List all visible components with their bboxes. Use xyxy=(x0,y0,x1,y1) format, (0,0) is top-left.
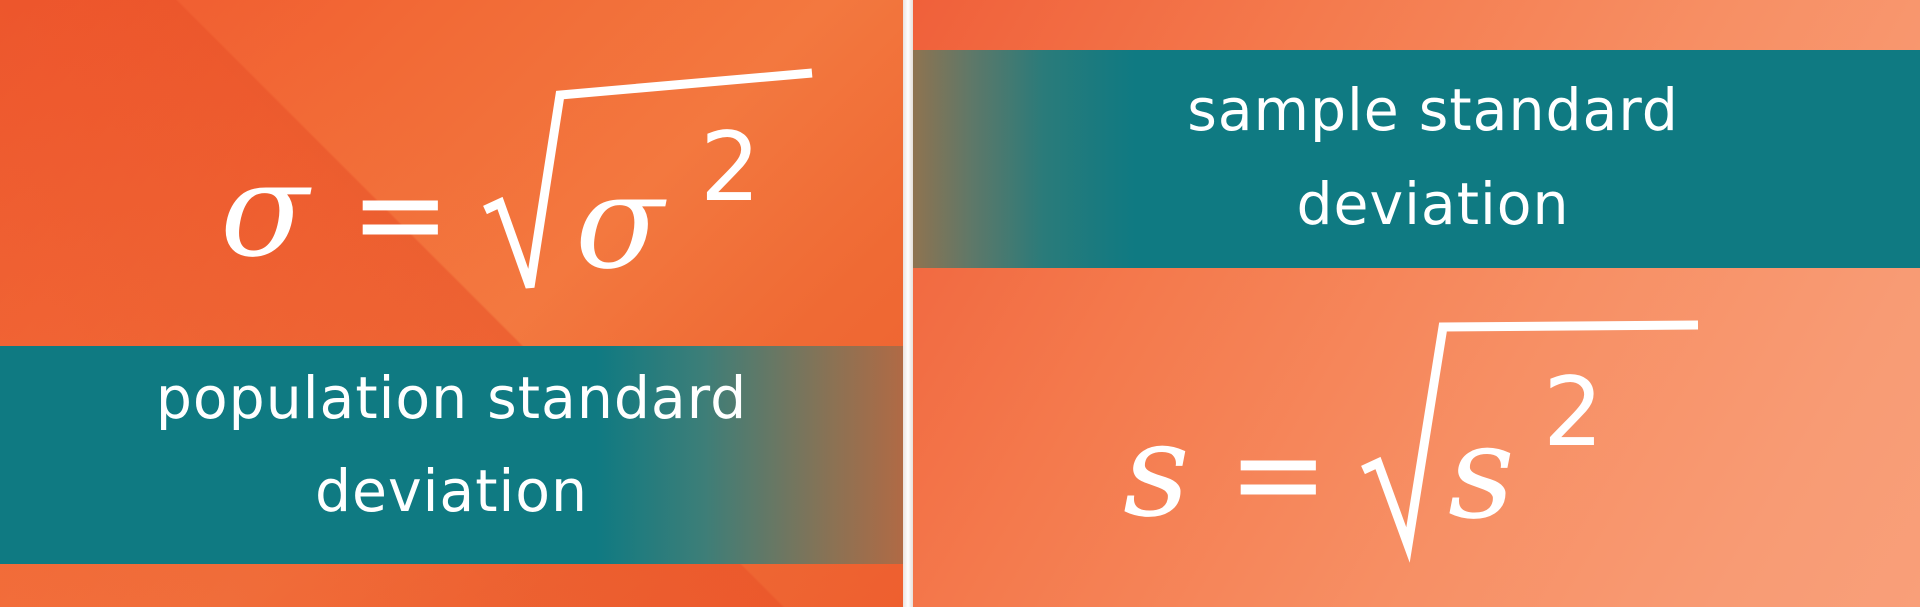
s-radicand: s xyxy=(1448,396,1515,548)
panel-divider xyxy=(903,0,913,607)
sigma-symbol: σ xyxy=(220,134,312,286)
population-label-line2: deviation xyxy=(314,457,589,525)
exponent: 2 xyxy=(700,113,760,223)
sample-panel: sample standard deviation s = s 2 xyxy=(913,0,1920,607)
sample-formula: s = s 2 xyxy=(1123,320,1699,563)
sample-label-line2: deviation xyxy=(1296,170,1570,238)
s-symbol: s xyxy=(1123,394,1190,546)
population-panel: σ = σ 2 population standard deviation xyxy=(0,0,903,607)
radical-sign xyxy=(1361,320,1699,563)
equals-sign: = xyxy=(1228,405,1329,544)
exponent: 2 xyxy=(1543,358,1603,468)
population-formula: σ = σ 2 xyxy=(220,68,813,298)
equals-sign: = xyxy=(350,145,451,284)
sample-label-line1: sample standard xyxy=(1187,76,1679,144)
population-label-line1: population standard xyxy=(155,364,748,432)
sigma-radicand: σ xyxy=(575,146,667,298)
